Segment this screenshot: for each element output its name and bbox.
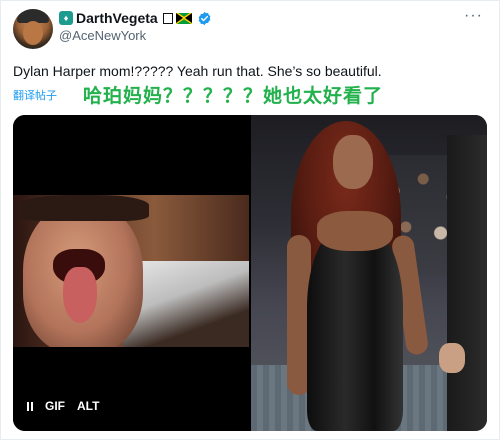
translate-post-link[interactable]: 翻译帖子 xyxy=(13,87,57,103)
jamaica-flag-icon xyxy=(175,12,192,24)
photo-media[interactable] xyxy=(251,115,487,431)
unknown-glyph-box-icon xyxy=(162,12,173,24)
tweet-text: Dylan Harper mom!????? Yeah run that. Sh… xyxy=(13,63,382,79)
media-grid: GIF ALT xyxy=(13,115,487,431)
avatar-face xyxy=(23,21,43,45)
verified-badge-icon xyxy=(198,11,211,25)
pause-icon[interactable] xyxy=(27,401,33,411)
more-options-button[interactable]: ··· xyxy=(464,7,483,25)
gif-controls: GIF ALT xyxy=(27,399,99,413)
user-name-line: ♦ DarthVegeta xyxy=(59,9,212,27)
gif-media[interactable]: GIF ALT xyxy=(13,115,249,431)
display-name[interactable]: DarthVegeta xyxy=(76,10,158,26)
avatar[interactable] xyxy=(13,9,53,49)
gif-frame-image xyxy=(13,195,249,347)
gif-badge: GIF xyxy=(45,399,65,413)
translation-overlay-text: 哈珀妈妈？？？？？她也太好看了 xyxy=(83,86,384,107)
alt-button[interactable]: ALT xyxy=(77,399,99,413)
tweet-card: ♦ DarthVegeta @AceNewYork ··· Dylan Harp… xyxy=(0,0,500,440)
app-badge-icon: ♦ xyxy=(59,11,73,25)
user-handle[interactable]: @AceNewYork xyxy=(59,28,146,43)
